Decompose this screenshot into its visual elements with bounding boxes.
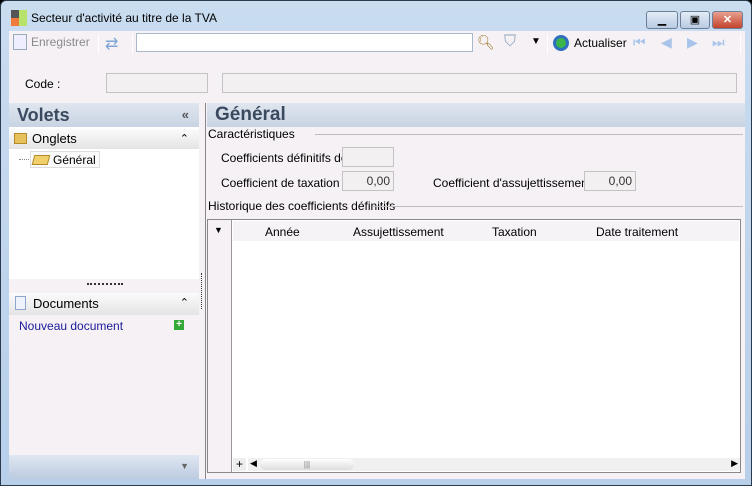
- code-label: Code :: [25, 77, 61, 91]
- save-button[interactable]: Enregistrer: [13, 34, 90, 50]
- scroll-left-icon[interactable]: ◀: [250, 458, 257, 469]
- panel-title-text: Volets: [17, 105, 70, 125]
- row-selector-column: [208, 220, 232, 472]
- code-field[interactable]: [106, 73, 208, 93]
- add-document-icon[interactable]: +: [174, 320, 184, 330]
- filter-icon[interactable]: ⛉: [504, 33, 516, 51]
- history-grid: ▼ Année Assujettissement Taxation Date t…: [207, 219, 741, 473]
- taxation-label: Coefficient de taxation :: [221, 176, 347, 190]
- client-area: Enregistrer ⇄ 🔍︎ ⛉ ▼ Actualiser ⏮ ◀ ▶ ⏭ …: [9, 31, 745, 479]
- refresh-label: Actualiser: [574, 36, 627, 50]
- app-icon: [11, 10, 27, 26]
- characteristics-legend: Caractéristiques: [208, 127, 295, 141]
- description-field[interactable]: [222, 73, 737, 93]
- next-record-icon[interactable]: ▶: [687, 34, 698, 51]
- left-panel: Volets « Onglets ⌃ Général Documents ⌃ No…: [9, 103, 199, 479]
- assujettissement-label: Coefficient d'assujettissement :: [433, 176, 598, 190]
- maximize-button[interactable]: ▣: [680, 11, 710, 29]
- history-legend: Historique des coefficients définitifs: [208, 199, 396, 213]
- last-record-icon[interactable]: ⏭: [712, 34, 725, 51]
- tabs-section-header[interactable]: Onglets ⌃: [9, 129, 199, 149]
- minimize-button[interactable]: ▁: [646, 11, 678, 29]
- coef-definitifs-field[interactable]: [342, 147, 394, 167]
- vertical-splitter[interactable]: [201, 273, 202, 309]
- save-icon: [13, 34, 27, 50]
- refresh-icon: [553, 35, 569, 51]
- tabs-section: [9, 127, 199, 279]
- save-label: Enregistrer: [31, 35, 90, 49]
- separator: [132, 34, 133, 54]
- main-title: Général: [207, 103, 745, 127]
- folder-icon: [14, 133, 27, 144]
- panel-title: Volets «: [9, 103, 199, 127]
- scroll-right-icon[interactable]: ▶: [731, 458, 738, 469]
- search-icon[interactable]: 🔍︎: [477, 34, 495, 51]
- column-header-annee[interactable]: Année: [265, 225, 300, 239]
- separator: [547, 34, 548, 54]
- previous-record-icon[interactable]: ◀: [661, 34, 672, 51]
- refresh-button[interactable]: Actualiser: [553, 35, 627, 51]
- window-title: Secteur d'activité au titre de la TVA: [31, 11, 217, 25]
- tree-item-label: Général: [53, 153, 96, 167]
- filter-dropdown-icon[interactable]: ▼: [531, 36, 541, 47]
- panel-footer: ▼: [9, 455, 199, 479]
- collapse-panel-icon[interactable]: «: [182, 103, 189, 127]
- column-header-taxation[interactable]: Taxation: [492, 225, 537, 239]
- window: Secteur d'activité au titre de la TVA ▁ …: [0, 0, 752, 486]
- close-button[interactable]: ✕: [712, 11, 743, 29]
- taxation-field[interactable]: 0,00: [342, 171, 394, 191]
- search-input[interactable]: [136, 33, 473, 52]
- column-header-assujettissement[interactable]: Assujettissement: [353, 225, 444, 239]
- grid-header: Année Assujettissement Taxation Date tra…: [233, 221, 739, 241]
- new-document-link[interactable]: Nouveau document: [19, 319, 123, 333]
- open-folder-icon: [31, 155, 51, 165]
- separator: [740, 34, 741, 54]
- panel-menu-icon[interactable]: ▼: [180, 461, 189, 471]
- fieldset-line: [373, 206, 743, 207]
- coef-definitifs-label: Coefficients définitifs de :: [221, 151, 355, 165]
- tree-item-general[interactable]: Général: [30, 151, 100, 168]
- first-record-icon[interactable]: ⏮: [633, 34, 646, 51]
- toolbar: Enregistrer ⇄ 🔍︎ ⛉ ▼ Actualiser ⏮ ◀ ▶ ⏭: [9, 31, 745, 57]
- fieldset-line: [315, 134, 743, 135]
- assujettissement-field[interactable]: 0,00: [584, 171, 636, 191]
- documents-section-title: Documents: [33, 296, 99, 311]
- horizontal-scrollbar[interactable]: ◀ ||| ▶: [248, 458, 740, 471]
- separator: [98, 34, 99, 54]
- tabs-section-title: Onglets: [32, 131, 77, 146]
- add-row-icon[interactable]: +: [233, 458, 246, 471]
- splitter-handle[interactable]: [87, 283, 123, 285]
- document-icon: [15, 296, 26, 310]
- scrollbar-thumb[interactable]: |||: [260, 459, 354, 470]
- collapse-section-icon[interactable]: ⌃: [180, 129, 189, 149]
- sync-icon[interactable]: ⇄: [105, 34, 118, 54]
- documents-section-header[interactable]: Documents ⌃: [9, 293, 199, 315]
- collapse-section-icon[interactable]: ⌃: [180, 293, 189, 313]
- column-header-date-traitement[interactable]: Date traitement: [596, 225, 678, 239]
- column-chooser-icon[interactable]: ▼: [214, 225, 223, 235]
